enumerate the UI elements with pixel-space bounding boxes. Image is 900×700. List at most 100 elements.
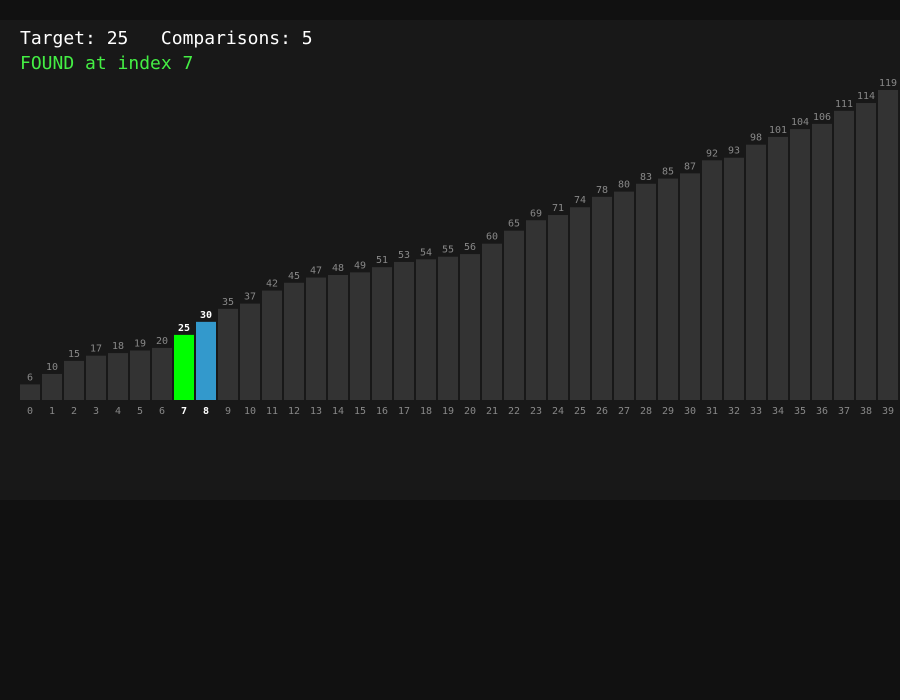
bar-30 [680,173,700,400]
bar-value-label: 69 [530,208,542,219]
bar-value-label: 10 [46,362,58,373]
bar-value-label: 93 [728,146,740,157]
bar-9 [218,308,238,400]
bar-value-label: 74 [574,195,586,206]
bar-21 [482,243,502,400]
index-label: 2 [71,406,77,417]
bar-value-label: 71 [552,203,564,214]
bar-value-label: 98 [750,133,762,144]
bar-value-label: 51 [376,255,388,266]
bar-value-label: 56 [464,242,476,253]
bar-24 [548,215,568,400]
bar-value-label: 65 [508,219,520,230]
bar-16 [372,267,392,400]
bar-value-label: 111 [835,99,853,110]
bar-20 [460,254,480,400]
bar-35 [790,129,810,400]
bar-22 [504,230,524,400]
index-label: 29 [662,406,674,417]
bar-value-label: 17 [90,344,102,355]
bar-value-label: 45 [288,271,300,282]
index-label: 20 [464,406,476,417]
index-label: 36 [816,406,828,417]
bar-value-label: 15 [68,349,80,360]
index-label: 21 [486,406,498,417]
index-label: 39 [882,406,894,417]
bar-value-label: 53 [398,250,410,261]
index-label: 10 [244,406,256,417]
array-bar-chart: 6010115217318419520625730835937104211451… [20,78,898,417]
index-label: 15 [354,406,366,417]
bar-value-label: 49 [354,260,366,271]
index-label: 8 [203,406,209,417]
index-label: 34 [772,406,784,417]
index-label: 14 [332,406,344,417]
bar-5 [130,350,150,400]
bar-value-label: 37 [244,292,256,303]
index-label: 0 [27,406,33,417]
bar-32 [724,157,744,400]
index-label: 38 [860,406,872,417]
index-label: 17 [398,406,410,417]
index-label: 26 [596,406,608,417]
bar-value-label: 20 [156,336,168,347]
index-label: 3 [93,406,99,417]
bar-value-label: 54 [420,247,432,258]
bar-value-label: 106 [813,112,831,123]
index-label: 31 [706,406,718,417]
index-label: 32 [728,406,740,417]
bar-value-label: 48 [332,263,344,274]
bar-28 [636,183,656,400]
bar-1 [42,373,62,400]
index-label: 27 [618,406,630,417]
bar-27 [614,191,634,400]
bar-value-label: 114 [857,91,875,102]
index-label: 7 [181,406,187,417]
bar-11 [262,290,282,400]
bar-value-label: 19 [134,339,146,350]
index-label: 4 [115,406,121,417]
bar-14 [328,274,348,400]
index-label: 33 [750,406,762,417]
bar-value-label: 18 [112,341,124,352]
index-label: 22 [508,406,520,417]
index-label: 9 [225,406,231,417]
bar-value-label: 35 [222,297,234,308]
index-label: 25 [574,406,586,417]
bar-15 [350,272,370,400]
bar-value-label: 30 [200,310,212,321]
index-label: 23 [530,406,542,417]
bar-33 [746,144,766,400]
bar-value-label: 85 [662,167,674,178]
bar-25 [570,207,590,400]
bar-value-label: 42 [266,279,278,290]
index-label: 1 [49,406,55,417]
bar-10 [240,303,260,400]
bar-value-label: 6 [27,372,33,383]
index-label: 11 [266,406,278,417]
bar-value-label: 55 [442,245,454,256]
bar-3 [86,355,106,400]
index-label: 13 [310,406,322,417]
bar-23 [526,220,546,400]
index-label: 12 [288,406,300,417]
bar-6 [152,347,172,400]
index-label: 35 [794,406,806,417]
bar-12 [284,282,304,400]
bar-value-label: 25 [178,323,190,334]
bar-value-label: 47 [310,266,322,277]
visualizer-panel: Target: 25 Comparisons: 5 FOUND at index… [0,20,900,500]
bar-value-label: 119 [879,78,897,89]
index-label: 19 [442,406,454,417]
bar-18 [416,259,436,400]
bar-13 [306,277,326,400]
index-label: 28 [640,406,652,417]
bar-17 [394,261,414,400]
bar-37 [834,110,854,401]
bar-value-label: 60 [486,232,498,243]
bar-26 [592,196,612,400]
bar-31 [702,160,722,400]
bar-value-label: 78 [596,185,608,196]
bar-value-label: 101 [769,125,787,136]
bar-39 [878,90,898,400]
